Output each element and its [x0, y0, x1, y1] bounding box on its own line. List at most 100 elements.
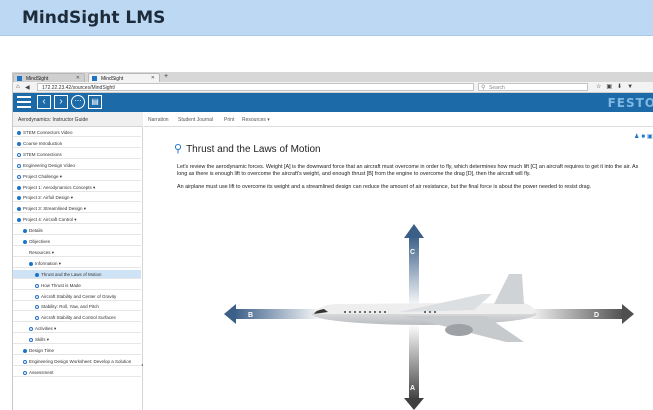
- status-dot-icon: [17, 141, 21, 146]
- search-input[interactable]: ⚲ Search: [478, 83, 588, 91]
- sidebar-item[interactable]: Project 2: Airfoil Design ▾: [13, 193, 141, 203]
- sidebar-item[interactable]: Project Challenge ▾: [13, 172, 141, 181]
- home-icon[interactable]: ⌂: [16, 84, 20, 90]
- sidebar-item-label: Project 2: Airfoil Design ▾: [23, 195, 74, 201]
- next-button[interactable]: ›: [54, 95, 68, 109]
- sidebar-item[interactable]: Course Introduction: [13, 139, 141, 148]
- forces-diagram: C A B D: [224, 224, 634, 410]
- sidebar-item-label: Skills ▾: [35, 337, 50, 343]
- sidebar-item[interactable]: Assessment: [13, 368, 141, 377]
- status-dot-icon: [23, 229, 27, 234]
- sidebar-item[interactable]: Thrust and the Laws of Motion: [13, 269, 141, 279]
- status-dot-icon: [17, 174, 21, 179]
- sidebar-item[interactable]: Details: [13, 226, 141, 236]
- sidebar-item-label: Assessment: [29, 369, 54, 375]
- banner-title: MindSight LMS: [22, 8, 166, 28]
- sidebar-item[interactable]: STEM Connectors Video: [13, 128, 141, 137]
- paragraph: An airplane must use lift to overcome it…: [177, 184, 592, 190]
- sidebar-item-label: Engineering Design Video: [23, 162, 75, 168]
- save-icon[interactable]: ▤: [88, 95, 102, 109]
- status-dot-icon: [17, 163, 21, 168]
- browser-tab[interactable]: MindSight ✕: [13, 73, 85, 82]
- brand-logo: FESTO: [607, 96, 653, 110]
- sidebar-item[interactable]: STEM Connections: [13, 150, 141, 159]
- app-toolbar: ‹ › ⋯ ▤ FESTO: [13, 93, 653, 112]
- status-dot-icon: [35, 283, 39, 288]
- previous-button[interactable]: ‹: [37, 95, 51, 109]
- status-dot-icon: [17, 152, 21, 157]
- status-dot-icon: [17, 196, 21, 201]
- tab-print[interactable]: Print: [224, 117, 234, 123]
- status-dot-icon: [29, 327, 33, 332]
- sidebar-item-label: Activities ▾: [35, 326, 57, 332]
- sidebar-item-label: STEM Connectors Video: [23, 130, 73, 135]
- address-input[interactable]: 172.22.23.42/sources/MindSight/: [37, 83, 474, 91]
- sidebar-item[interactable]: Objectives: [13, 237, 141, 246]
- status-dot-icon: [29, 338, 33, 343]
- chat-icon[interactable]: ⋯: [71, 95, 85, 109]
- sidebar-item[interactable]: Aircraft Stability and Control Surfaces: [13, 313, 141, 323]
- tab-resources[interactable]: Resources ▾: [242, 117, 270, 123]
- sidebar-item-label: Project Challenge ▾: [23, 173, 63, 179]
- status-dot-icon: [23, 349, 27, 353]
- airplane-illustration: [312, 274, 536, 342]
- favicon-icon: [17, 76, 22, 81]
- browser-tabbar: MindSight ✕ MindSight ✕ +: [13, 72, 653, 82]
- close-icon[interactable]: ✕: [76, 75, 80, 81]
- sidebar-item[interactable]: Engineering Design Video: [13, 161, 141, 170]
- tab-student-journal[interactable]: Student Journal: [178, 117, 213, 123]
- drag-arrow: [524, 304, 634, 324]
- sidebar-item[interactable]: Project 4: Aircraft Control ▾: [13, 215, 141, 225]
- course-sidebar: Aerodynamics: Instructor Guide STEM Conn…: [13, 112, 143, 410]
- status-dot-icon: [29, 261, 33, 266]
- sidebar-item-label: Aircraft Stability and Center of Gravity: [41, 293, 117, 299]
- sidebar-item[interactable]: Aircraft Stability and Center of Gravity: [13, 292, 141, 301]
- close-icon[interactable]: ✕: [151, 75, 155, 81]
- sidebar-item[interactable]: Skills ▾: [13, 335, 141, 345]
- page-title-text: Thrust and the Laws of Motion: [186, 144, 321, 155]
- tab-narration[interactable]: Narration: [148, 117, 169, 123]
- content-tool-icons[interactable]: ♟■▣: [634, 133, 653, 140]
- sidebar-item-label: Project 4: Aircraft Control ▾: [23, 217, 77, 223]
- sidebar-header: Aerodynamics: Instructor Guide: [13, 112, 143, 127]
- main-content: Narration Student Journal Print Resource…: [144, 112, 653, 410]
- menu-icon[interactable]: [17, 96, 31, 111]
- sidebar-item[interactable]: Design Time: [13, 346, 141, 355]
- sidebar-item[interactable]: Project 3: Streamlined Design ▾: [13, 204, 141, 214]
- status-dot-icon: [17, 131, 21, 135]
- banner: MindSight LMS: [0, 0, 653, 36]
- sidebar-item[interactable]: Activities ▾: [13, 324, 141, 334]
- sidebar-item-label: Stability: Roll, Yaw, and Pitch: [41, 304, 99, 310]
- sidebar-item-label: Aircraft Stability and Control Surfaces: [41, 315, 116, 321]
- sidebar-item-label: STEM Connections: [23, 151, 62, 157]
- status-dot-icon: [23, 359, 27, 364]
- status-dot-icon: [17, 207, 21, 212]
- sidebar-item-label: Details: [29, 228, 43, 234]
- status-dot-icon: [17, 218, 21, 223]
- new-tab-button[interactable]: +: [164, 73, 168, 80]
- status-dot-icon: [35, 305, 39, 310]
- sidebar-item-label: Project 1: Aerodynamics Concepts ▾: [23, 184, 96, 190]
- status-dot-icon: [35, 316, 39, 321]
- paragraph: Let's review the aerodynamic forces. Wei…: [177, 164, 639, 177]
- sidebar-item[interactable]: Information ▾: [13, 259, 141, 268]
- sidebar-item[interactable]: Project 1: Aerodynamics Concepts ▾: [13, 183, 141, 192]
- sidebar-item[interactable]: How Thrust is Made: [13, 281, 141, 290]
- lift-arrow: [404, 224, 424, 308]
- status-dot-icon: [17, 185, 21, 190]
- browser-tab-active[interactable]: MindSight ✕: [88, 73, 160, 82]
- sidebar-item-label: Resources ▾: [29, 249, 55, 255]
- status-dot-icon: [23, 370, 27, 375]
- status-dot-icon: [35, 294, 39, 299]
- label-c: C: [410, 249, 415, 256]
- label-b: B: [248, 312, 253, 319]
- sidebar-item[interactable]: Stability: Roll, Yaw, and Pitch: [13, 302, 141, 312]
- label-a: A: [410, 385, 415, 392]
- sidebar-item[interactable]: Engineering Design Worksheet: Develop a …: [13, 357, 141, 366]
- browser-toolbar-icons[interactable]: ☆▣⬇▼: [596, 83, 638, 90]
- sidebar-item[interactable]: Resources ▾: [13, 248, 141, 257]
- favicon-icon: [92, 76, 97, 81]
- search-icon: ⚲: [481, 85, 486, 91]
- back-icon[interactable]: ◀: [25, 84, 30, 91]
- sidebar-item-label: Engineering Design Worksheet: Develop a …: [29, 358, 132, 364]
